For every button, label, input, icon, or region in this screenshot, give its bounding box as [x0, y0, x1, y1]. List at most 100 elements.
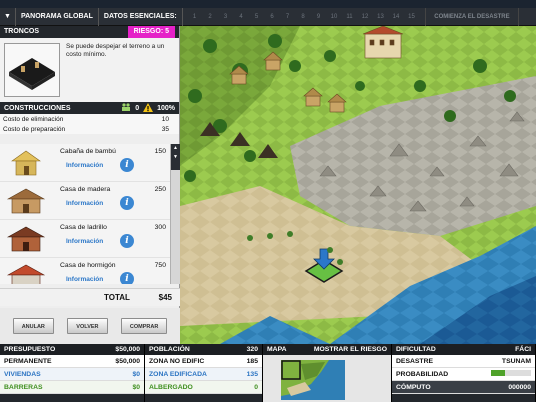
- cancel-button[interactable]: ANULAR: [12, 318, 54, 334]
- back-button[interactable]: VOLVER: [67, 318, 108, 334]
- brick-house-image: [4, 223, 48, 255]
- info-link[interactable]: Información: [66, 200, 103, 207]
- start-disaster-button[interactable]: COMIENZA EL DESASTRE: [425, 7, 519, 26]
- difficulty-value: TSUNAM: [501, 358, 531, 365]
- budget-value: $0: [132, 371, 140, 378]
- info-icon[interactable]: i: [120, 234, 134, 248]
- map-header: MAPA: [267, 346, 287, 353]
- game-map[interactable]: [180, 26, 536, 344]
- population-label: ZONA NO EDIFIC: [149, 358, 205, 365]
- show-risk-toggle[interactable]: MOSTRAR EL RIESGO: [314, 344, 387, 355]
- building-item-concrete[interactable]: Casa de hormigón Información i 750: [0, 258, 170, 284]
- bottom-stats-bar: PRESUPUESTO $50,000 PERMANENTE $50,000 V…: [0, 344, 536, 402]
- buy-button[interactable]: COMPRAR: [120, 318, 168, 334]
- info-link[interactable]: Información: [66, 276, 103, 283]
- turn-number: 10: [330, 13, 338, 20]
- budget-label: BARRERAS: [4, 384, 43, 391]
- turn-number: 6: [270, 13, 274, 20]
- people-icon: [121, 103, 131, 113]
- info-icon[interactable]: i: [120, 196, 134, 210]
- terrain-info: Se puede despejar el terreno a un costo …: [0, 38, 179, 102]
- cost-value: 10: [161, 116, 169, 123]
- population-row: ZONA NO EDIFIC 185: [145, 355, 262, 368]
- minimap-panel: MAPA MOSTRAR EL RIESGO: [263, 344, 392, 402]
- cost-table: Costo de eliminación 10 Costo de prepara…: [0, 114, 179, 134]
- total-label: TOTAL: [104, 293, 130, 302]
- budget-value: $0: [132, 384, 140, 391]
- building-name: Casa de madera: [60, 186, 111, 193]
- scroll-thumb[interactable]: ▲ ▼: [171, 144, 180, 170]
- risk-badge: RIESGO: 5: [127, 26, 175, 38]
- action-buttons: ANULAR VOLVER COMPRAR: [0, 308, 180, 344]
- datos-esenciales-button[interactable]: DATOS ESENCIALES:: [99, 7, 183, 26]
- cost-row: Costo de eliminación 10: [0, 114, 179, 124]
- building-list-scrollbar[interactable]: ▲ ▼: [170, 144, 180, 284]
- building-price: 150: [154, 148, 166, 155]
- minimap[interactable]: [281, 360, 345, 400]
- population-value: 135: [246, 371, 258, 378]
- terrain-description: Se puede despejar el terreno a un costo …: [66, 43, 165, 58]
- building-item-wood[interactable]: Casa de madera Información i 250: [0, 182, 170, 220]
- budget-row: PERMANENTE $50,000: [0, 355, 144, 368]
- cost-label: Costo de preparación: [3, 126, 66, 133]
- info-icon[interactable]: i: [120, 272, 134, 284]
- total-row: TOTAL $45: [0, 288, 180, 306]
- turn-number: 5: [254, 13, 259, 20]
- difficulty-row: DESASTRE TSUNAM: [392, 355, 535, 368]
- isometric-terrain[interactable]: [180, 26, 536, 344]
- turn-number: 12: [361, 13, 369, 20]
- cost-value: 35: [161, 126, 169, 133]
- building-list[interactable]: Cabaña de bambú Información i 150 Casa d…: [0, 144, 170, 284]
- turn-number: 2: [208, 13, 212, 20]
- concrete-house-image: [4, 261, 48, 284]
- people-count: 0: [135, 104, 140, 112]
- turn-number: 11: [346, 13, 353, 20]
- budget-label: PERMANENTE: [4, 358, 52, 365]
- total-value: $45: [158, 293, 172, 302]
- terrain-title: TRONCOS: [4, 28, 39, 35]
- turn-number: 14: [392, 13, 400, 20]
- budget-label: VIVIENDAS: [4, 371, 41, 378]
- menu-arrow-icon[interactable]: ▼: [0, 7, 16, 26]
- warning-icon: [143, 102, 154, 114]
- budget-panel: PRESUPUESTO $50,000 PERMANENTE $50,000 V…: [0, 344, 145, 402]
- info-link[interactable]: Información: [66, 162, 103, 169]
- building-item-bamboo[interactable]: Cabaña de bambú Información i 150: [0, 144, 170, 182]
- population-total: 320: [246, 346, 258, 353]
- building-item-brick[interactable]: Casa de ladrillo Información i 300: [0, 220, 170, 258]
- terrain-thumbnail: [4, 43, 60, 97]
- difficulty-header: DIFICULTAD: [396, 346, 436, 353]
- building-price: 300: [154, 224, 166, 231]
- difficulty-label: CÓMPUTO: [396, 384, 431, 391]
- budget-row: BARRERAS $0: [0, 381, 144, 394]
- population-row: ALBERGADO 0: [145, 381, 262, 394]
- probability-meter: [491, 368, 531, 380]
- percent-value: 100%: [157, 104, 175, 112]
- info-icon[interactable]: i: [120, 158, 134, 172]
- population-panel: POBLACIÓN 320 ZONA NO EDIFIC 185 ZONA ED…: [145, 344, 263, 402]
- budget-value: $50,000: [115, 358, 140, 365]
- building-name: Casa de hormigón: [60, 262, 116, 269]
- building-name: Casa de ladrillo: [60, 224, 107, 231]
- population-header: POBLACIÓN: [149, 346, 190, 353]
- turn-number: 3: [223, 13, 228, 20]
- panorama-global-button[interactable]: PANORAMA GLOBAL: [16, 7, 99, 26]
- turn-number: 1: [192, 13, 197, 20]
- difficulty-row: PROBABILIDAD: [392, 368, 535, 381]
- difficulty-label: PROBABILIDAD: [396, 371, 449, 378]
- turn-number: 13: [377, 13, 384, 20]
- construction-header: CONSTRUCCIONES 0 100%: [0, 102, 179, 114]
- population-label: ZONA EDIFICADA: [149, 371, 207, 378]
- building-price: 750: [154, 262, 166, 269]
- population-label: ALBERGADO: [149, 384, 193, 391]
- difficulty-value: 000000: [508, 384, 531, 391]
- difficulty-value: FÁCI: [515, 346, 531, 353]
- turn-number: 7: [285, 13, 290, 20]
- left-panel: TRONCOS RIESGO: 5 Se puede despejar el t…: [0, 26, 180, 344]
- turn-number: 15: [408, 13, 415, 20]
- cost-row: Costo de preparación 35: [0, 124, 179, 134]
- budget-total: $50,000: [115, 346, 140, 353]
- info-link[interactable]: Información: [66, 238, 103, 245]
- population-value: 0: [254, 384, 258, 391]
- turn-number: 9: [316, 13, 321, 20]
